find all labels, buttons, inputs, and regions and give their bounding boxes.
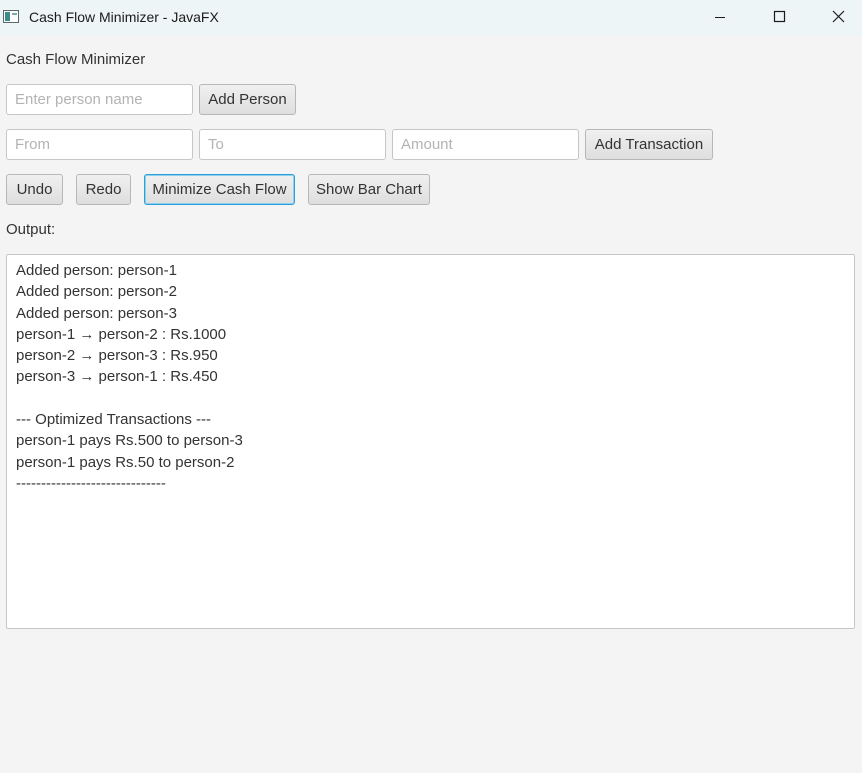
output-line: person-1 → person-2 : Rs.1000 — [16, 325, 227, 343]
maximize-button[interactable] — [757, 0, 803, 36]
from-input[interactable] — [6, 129, 193, 160]
to-input[interactable] — [199, 129, 386, 160]
add-transaction-button[interactable]: Add Transaction — [585, 129, 713, 160]
output-line: person-2 → person-3 : Rs.950 — [16, 347, 218, 365]
undo-button[interactable]: Undo — [6, 174, 63, 205]
output-line: person-1 pays Rs.50 to person-2 — [16, 453, 235, 471]
output-line: Added person: person-3 — [16, 304, 177, 322]
output-line: person-1 pays Rs.500 to person-3 — [16, 432, 243, 450]
add-person-button[interactable]: Add Person — [199, 84, 296, 115]
window-title: Cash Flow Minimizer - JavaFX — [29, 9, 219, 25]
maximize-icon — [773, 10, 786, 23]
app-icon — [3, 10, 19, 23]
redo-button[interactable]: Redo — [76, 174, 131, 205]
minimize-icon — [715, 17, 725, 18]
app-window: Cash Flow Minimizer - JavaFX Cash Flow M… — [0, 0, 862, 773]
close-icon — [832, 10, 845, 23]
amount-input[interactable] — [392, 129, 579, 160]
output-line: person-3 → person-1 : Rs.450 — [16, 368, 218, 386]
output-text-area[interactable]: Added person: person-1 Added person: pers… — [6, 254, 855, 629]
show-bar-chart-button[interactable]: Show Bar Chart — [308, 174, 430, 205]
close-button[interactable] — [815, 0, 861, 36]
output-line: Added person: person-2 — [16, 283, 177, 301]
output-line: --- Optimized Transactions --- — [16, 411, 212, 429]
output-line: ------------------------------ — [16, 474, 166, 492]
person-name-input[interactable] — [6, 84, 193, 115]
minimize-cash-flow-button[interactable]: Minimize Cash Flow — [144, 174, 295, 205]
output-label: Output: — [6, 221, 56, 238]
minimize-button[interactable] — [697, 0, 743, 36]
app-heading: Cash Flow Minimizer — [6, 51, 146, 68]
output-line: Added person: person-1 — [16, 262, 177, 279]
title-bar[interactable]: Cash Flow Minimizer - JavaFX — [0, 0, 862, 36]
